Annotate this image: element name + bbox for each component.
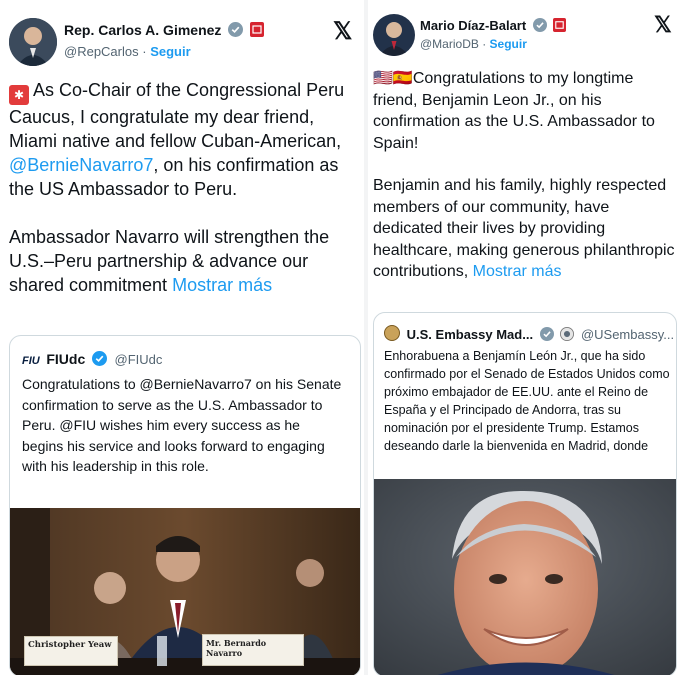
tweet-paragraph-2: Ambassador Navarro will strengthen the U… [9, 227, 330, 295]
quoted-tweet[interactable]: FIU FIUdc @FIUdc Congratulations to @Ber… [9, 335, 361, 675]
author-handle[interactable]: @RepCarlos [64, 44, 139, 59]
author-handle[interactable]: @MarioDB [420, 37, 479, 51]
quoted-tweet-header: U.S. Embassy Mad... @USembassy... [384, 325, 674, 344]
quoted-tweet-text: Congratulations to @BernieNavarro7 on hi… [22, 376, 342, 474]
author-handle-line: @MarioDB · Seguir [420, 37, 527, 51]
embassy-seal-icon [560, 327, 575, 344]
verified-badge-icon [539, 327, 554, 344]
right-tweet-card: Mario Díaz-Balart @MarioDB · Seguir 𝕏 🇺🇸… [368, 0, 681, 675]
tweet-paragraph-2: Benjamin and his family, highly respecte… [373, 177, 675, 280]
verified-badge-icon [532, 18, 547, 35]
x-logo-icon[interactable]: 𝕏 [654, 12, 672, 38]
show-more-link[interactable]: Mostrar más [473, 263, 562, 280]
author-name[interactable]: Mario Díaz-Balart [420, 18, 567, 35]
tweet-body: 🇺🇸🇪🇸Congratulations to my longtime frien… [373, 68, 675, 283]
quoted-author-handle[interactable]: @USembassy... [581, 327, 674, 342]
siren-icon: ✱ [9, 85, 29, 105]
x-logo-icon[interactable]: 𝕏 [333, 17, 352, 46]
government-badge-icon [553, 18, 567, 35]
government-badge-icon [250, 22, 265, 40]
tweet-paragraph-1: ✱ As Co-Chair of the Congressional Peru C… [9, 80, 345, 199]
mention-link[interactable]: @BernieNavarro7 [9, 155, 153, 175]
hearing-photo[interactable]: Christopher Yeaw Mr. Bernardo Navarro [10, 508, 360, 675]
quoted-tweet[interactable]: U.S. Embassy Mad... @USembassy... Enhora… [373, 312, 677, 675]
quoted-author-name[interactable]: U.S. Embassy Mad... [407, 327, 533, 342]
author-handle-line: @RepCarlos · Seguir [64, 44, 191, 59]
tweet-paragraph-1: 🇺🇸🇪🇸Congratulations to my longtime frien… [373, 70, 655, 152]
nameplate-left: Christopher Yeaw [24, 636, 118, 666]
author-avatar[interactable] [373, 14, 415, 56]
left-tweet-card: Rep. Carlos A. Gimenez @RepCarlos · Segu… [0, 0, 364, 675]
author-avatar[interactable] [9, 18, 57, 66]
ambassador-portrait-photo[interactable] [374, 479, 676, 675]
quoted-author-name[interactable]: FIUdc [46, 351, 85, 367]
tweet-body: ✱ As Co-Chair of the Congressional Peru C… [9, 78, 361, 297]
follow-button[interactable]: Seguir [490, 37, 527, 51]
nameplate-right: Mr. Bernardo Navarro [202, 634, 304, 666]
embassy-seal-icon [384, 325, 400, 341]
follow-button[interactable]: Seguir [150, 44, 190, 59]
show-more-link[interactable]: Mostrar más [172, 275, 272, 295]
verified-badge-icon [228, 22, 244, 40]
quoted-author-handle[interactable]: @FIUdc [115, 352, 163, 367]
fiu-logo: FIU [22, 355, 40, 367]
author-name[interactable]: Rep. Carlos A. Gimenez [64, 22, 265, 40]
quoted-tweet-header: FIU FIUdc @FIUdc [22, 351, 162, 369]
quoted-tweet-text: Enhorabuena a Benjamín León Jr., que ha … [384, 349, 670, 453]
flag-icons: 🇺🇸🇪🇸 [373, 70, 413, 87]
verified-badge-icon [91, 351, 107, 369]
